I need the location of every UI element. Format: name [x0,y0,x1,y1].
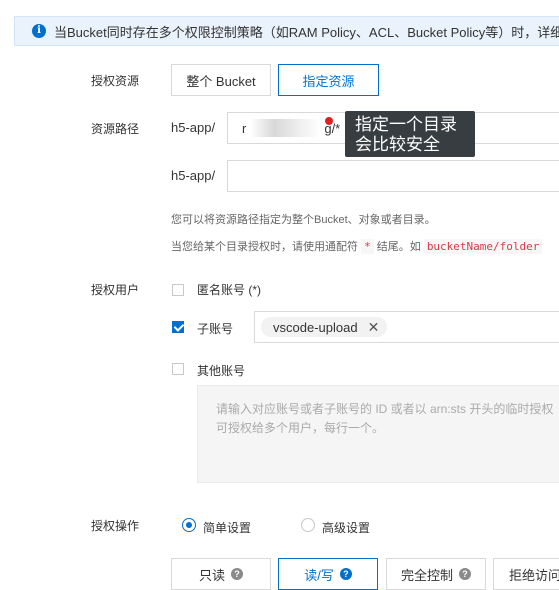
info-icon: i [32,24,46,38]
specified-resource-button[interactable]: 指定资源 [278,64,379,96]
read-write-button[interactable]: 读/写 ? [278,558,378,590]
deny-access-button[interactable]: 拒绝访问 [493,558,559,590]
tooltip-line-1: 指定一个目录 [355,115,457,134]
anonymous-checkbox[interactable] [172,284,184,296]
info-text: 当Bucket同时存在多个权限控制策略（如RAM Policy、ACL、Buck… [54,24,559,40]
redacted-text [250,119,321,137]
close-icon[interactable]: ✕ [368,319,380,336]
whole-bucket-button[interactable]: 整个 Bucket [171,64,271,96]
resource-label: 授权资源 [91,74,140,88]
other-account-checkbox[interactable] [172,363,184,375]
advanced-setting-label: 高级设置 [322,521,371,535]
placeholder-line-2: 可授权给多个用户，每行一个。 [216,421,385,435]
users-label: 授权用户 [91,283,140,297]
sub-account-label: 子账号 [197,322,234,336]
help-text-2a: 当您给某个目录授权时，请使用通配符 [171,241,358,253]
help-text-2: 当您给某个目录授权时，请使用通配符 * 结尾。如 bucketName/fold… [171,238,543,254]
path-value-start: r [242,120,247,136]
full-control-button[interactable]: 完全控制 ? [386,558,486,590]
help-icon[interactable]: ? [459,568,471,580]
deny-access-label: 拒绝访问 [509,567,559,583]
read-only-button[interactable]: 只读 ? [171,558,271,590]
full-control-label: 完全控制 [400,567,453,583]
path-prefix-2: h5-app/ [171,168,216,183]
help-text-1: 您可以将资源路径指定为整个Bucket、对象或者目录。 [171,214,436,226]
operation-label: 授权操作 [91,519,140,533]
sub-account-tag-label: vscode-upload [273,319,358,335]
simple-setting-label: 简单设置 [203,521,252,535]
tooltip-marker [325,117,333,125]
anonymous-label: 匿名账号 (*) [197,283,261,297]
tooltip-line-2: 会比较安全 [355,135,440,154]
wildcard-code: * [361,239,374,254]
placeholder-line-1: 请输入对应账号或者子账号的 ID 或者以 arn:sts 开头的临时授权 [216,402,554,416]
annotation-tooltip: 指定一个目录 会比较安全 [345,111,475,157]
path-prefix-1: h5-app/ [171,120,216,135]
advanced-setting-radio[interactable] [301,518,315,532]
simple-setting-radio[interactable] [182,518,196,532]
read-only-label: 只读 [198,567,225,583]
help-icon[interactable]: ? [231,568,243,580]
other-account-textarea[interactable]: 请输入对应账号或者子账号的 ID 或者以 arn:sts 开头的临时授权 可授权… [197,385,559,483]
sub-account-tag: vscode-upload ✕ [261,317,388,337]
resource-path-input-2[interactable] [227,160,559,192]
info-banner: i 当Bucket同时存在多个权限控制策略（如RAM Policy、ACL、Bu… [14,16,559,46]
help-text-2b: 结尾。如 [376,241,421,253]
sub-account-checkbox[interactable] [172,321,184,333]
help-icon[interactable]: ? [339,568,352,580]
read-write-label: 读/写 [304,567,334,583]
example-code: bucketName/folder [423,239,543,254]
path-label: 资源路径 [91,122,140,136]
other-account-label: 其他账号 [197,364,246,378]
sub-account-select[interactable]: vscode-upload ✕ [254,311,559,343]
